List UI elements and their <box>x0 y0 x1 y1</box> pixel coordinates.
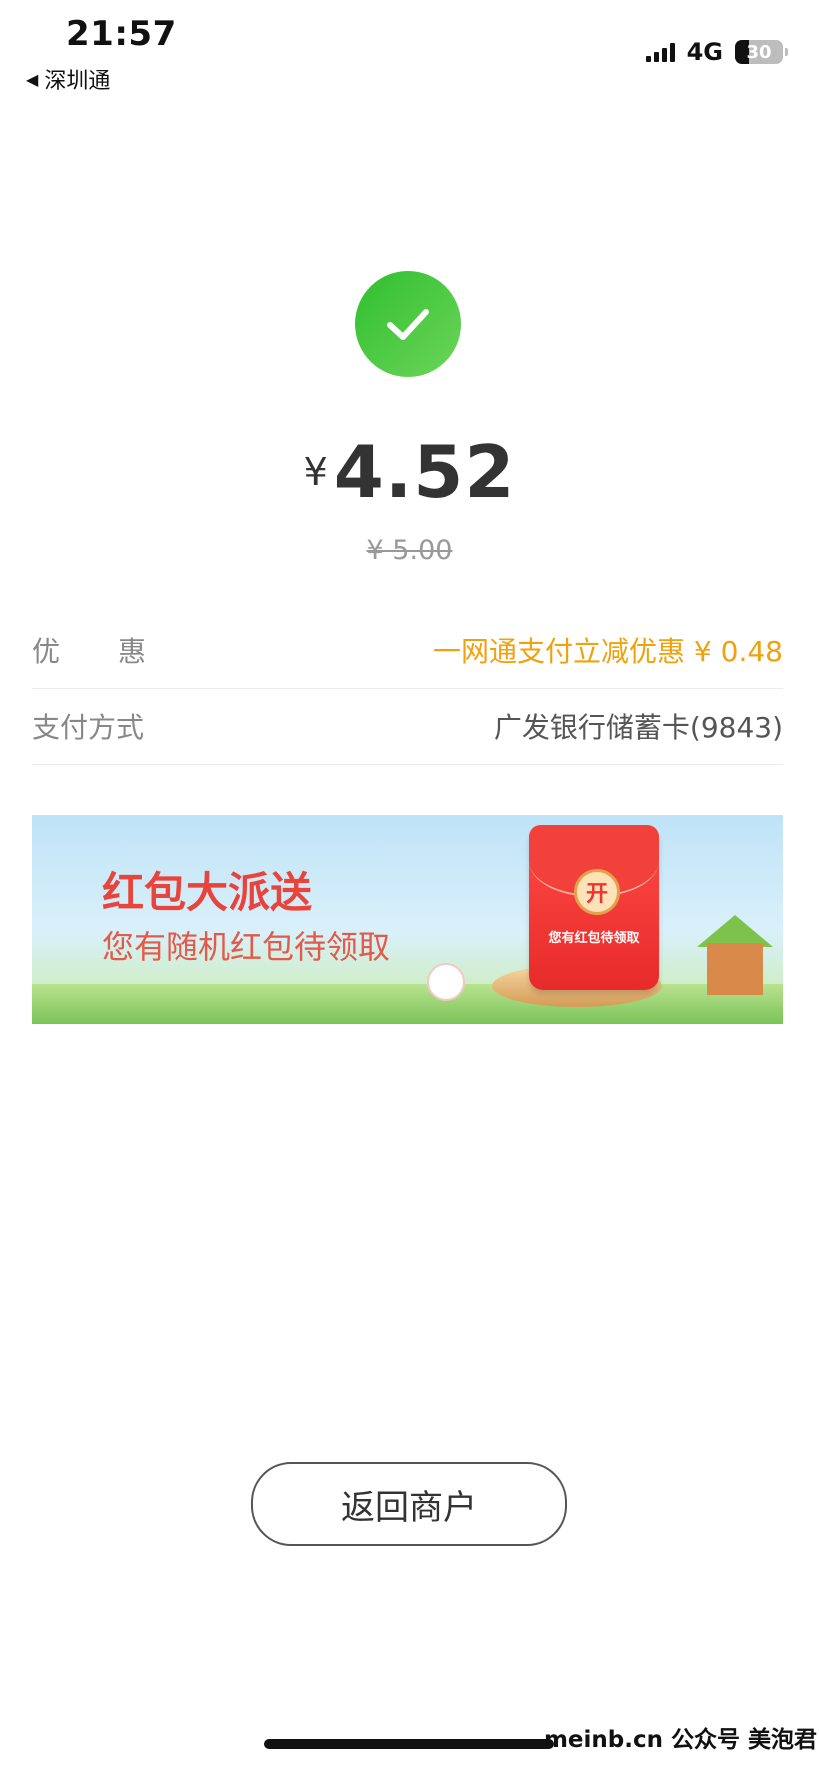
status-indicators: 4G 30 <box>645 38 788 66</box>
battery-icon: 30 <box>735 40 788 64</box>
network-type: 4G <box>686 38 723 66</box>
banner-subtitle: 您有随机红包待领取 <box>102 928 391 966</box>
checkmark-icon <box>387 309 429 340</box>
back-app-label: 深圳通 <box>44 69 111 94</box>
watermark-text: meinb.cn 公众号 美泡君 <box>543 1727 817 1753</box>
success-check-circle <box>355 271 461 377</box>
discount-value: 一网通支付立减优惠 ¥ 0.48 <box>433 635 783 668</box>
discount-row: 优惠 一网通支付立减优惠 ¥ 0.48 <box>32 612 783 689</box>
amount-value: 4.52 <box>333 430 516 514</box>
return-to-merchant-button[interactable]: 返回商户 <box>251 1462 567 1546</box>
back-triangle-icon: ◀ <box>26 69 39 89</box>
red-packet-banner[interactable]: 红包大派送 您有随机红包待领取 开 您有红包待领取 <box>32 815 783 1024</box>
envelope-text: 您有红包待领取 <box>548 931 640 946</box>
mascot-illustration <box>427 963 465 1001</box>
payment-method-value: 广发银行储蓄卡(9843) <box>493 711 783 744</box>
discount-label: 优惠 <box>32 635 205 668</box>
banner-title: 红包大派送 <box>102 868 313 917</box>
banner-grass <box>32 984 783 1024</box>
back-to-app-link[interactable]: ◀ 深圳通 <box>26 63 110 95</box>
payment-method-label: 支付方式 <box>32 711 145 744</box>
original-amount: ¥ 5.00 <box>366 535 453 566</box>
status-time: 21:57 <box>66 14 177 54</box>
battery-level: 30 <box>746 41 772 63</box>
cellular-signal-icon <box>645 42 675 62</box>
red-envelope-icon: 开 您有红包待领取 <box>529 825 659 990</box>
house-illustration <box>707 943 763 995</box>
currency-symbol: ¥ <box>303 450 328 494</box>
payment-method-row: 支付方式 广发银行储蓄卡(9843) <box>32 688 783 765</box>
paid-amount: ¥4.52 <box>0 430 819 514</box>
home-indicator[interactable] <box>264 1739 554 1749</box>
open-coin-icon: 开 <box>574 869 620 915</box>
